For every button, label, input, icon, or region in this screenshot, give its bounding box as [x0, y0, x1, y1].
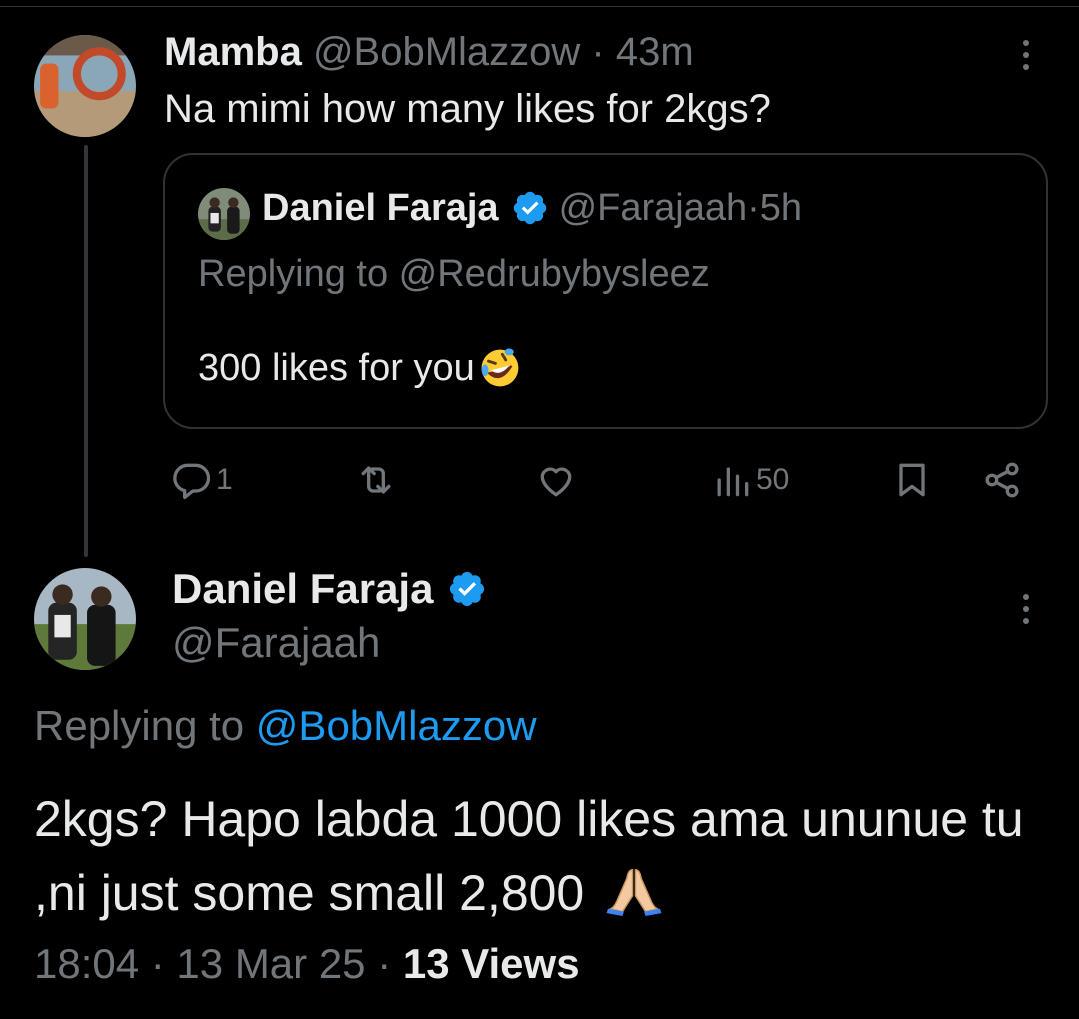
tweet2-author-handle[interactable]: @Farajaah [172, 617, 380, 669]
tweet2-text-block: 2kgs? Hapo labda 1000 likes ama ununue t… [34, 782, 1054, 930]
bookmark-button[interactable] [890, 458, 934, 502]
people-photo-avatar-icon [34, 568, 136, 670]
quote-avatar [198, 188, 250, 240]
views-count: 50 [756, 463, 790, 496]
tweet1-time-separator: · [580, 30, 616, 74]
verified-badge-icon [511, 189, 549, 227]
quote-time-separator: · [747, 187, 760, 229]
tweet1-header: Mamba @BobMlazzow · 43m [164, 28, 694, 76]
avatar-mamba[interactable] [34, 35, 136, 137]
top-divider [0, 6, 1079, 7]
tweet2-author-name[interactable]: Daniel Faraja [172, 563, 433, 615]
rolling-on-floor-laughing-emoji-icon [477, 345, 523, 391]
quoted-tweet-card[interactable]: Daniel Faraja @Farajaah · 5h Replying to… [163, 153, 1048, 429]
bookmark-icon [899, 463, 925, 497]
share-icon [985, 462, 1019, 498]
tweet1-action-bar: 1 50 [170, 458, 1030, 512]
replying-to-handle-link[interactable]: @BobMlazzow [256, 702, 537, 749]
like-button[interactable] [534, 458, 580, 502]
tweet2-more-options-icon[interactable] [1018, 594, 1034, 624]
tweet2-timestamp[interactable]: 18:04 · 13 Mar 25 · [34, 940, 403, 987]
quote-text-row: 300 likes for you [198, 345, 523, 391]
retweet-button[interactable] [354, 458, 400, 502]
tweet-thread-page: Mamba @BobMlazzow · 43m Na mimi how many… [0, 0, 1079, 1019]
views-chart-icon [717, 467, 749, 497]
quote-author-name: Daniel Faraja [262, 187, 499, 229]
reply-button[interactable]: 1 [170, 458, 233, 502]
replying-to-label: Replying to [34, 702, 256, 749]
tweet2-author-name-row: Daniel Faraja [172, 563, 497, 615]
tweet1-more-options-icon[interactable] [1018, 40, 1034, 70]
tweet2-text: 2kgs? Hapo labda 1000 likes ama ununue t… [34, 791, 1024, 921]
tweet1-author-handle[interactable]: @BobMlazzow [313, 30, 580, 74]
tweet1-time[interactable]: 43m [616, 30, 694, 74]
share-button[interactable] [980, 458, 1024, 502]
tweet2-views[interactable]: 13 Views [403, 940, 580, 987]
quote-author-handle: @Farajaah [558, 187, 748, 229]
tweet2-replying-to: Replying to @BobMlazzow [34, 700, 537, 752]
views-button[interactable]: 50 [710, 458, 789, 502]
folded-hands-emoji-icon [604, 864, 664, 916]
lifebuoy-avatar-icon [34, 35, 136, 137]
retweet-icon [361, 466, 391, 494]
thread-connector-line [84, 145, 88, 557]
tweet2-meta: 18:04 · 13 Mar 25 · 13 Views [34, 938, 580, 990]
quote-time: 5h [759, 187, 803, 229]
tweet1-text: Na mimi how many likes for 2kgs? [164, 87, 771, 131]
quote-text: 300 likes for you [198, 347, 475, 389]
reply-icon [173, 463, 211, 500]
tweet1-author-name[interactable]: Mamba [164, 30, 302, 74]
quote-header: Daniel Faraja @Farajaah · 5h [262, 185, 802, 231]
quote-replying-to: Replying to @Redrubybysleez [198, 253, 710, 295]
heart-icon [540, 467, 572, 497]
reply-count: 1 [216, 463, 233, 496]
avatar-daniel-faraja[interactable] [34, 568, 136, 670]
verified-badge-icon [447, 569, 487, 609]
